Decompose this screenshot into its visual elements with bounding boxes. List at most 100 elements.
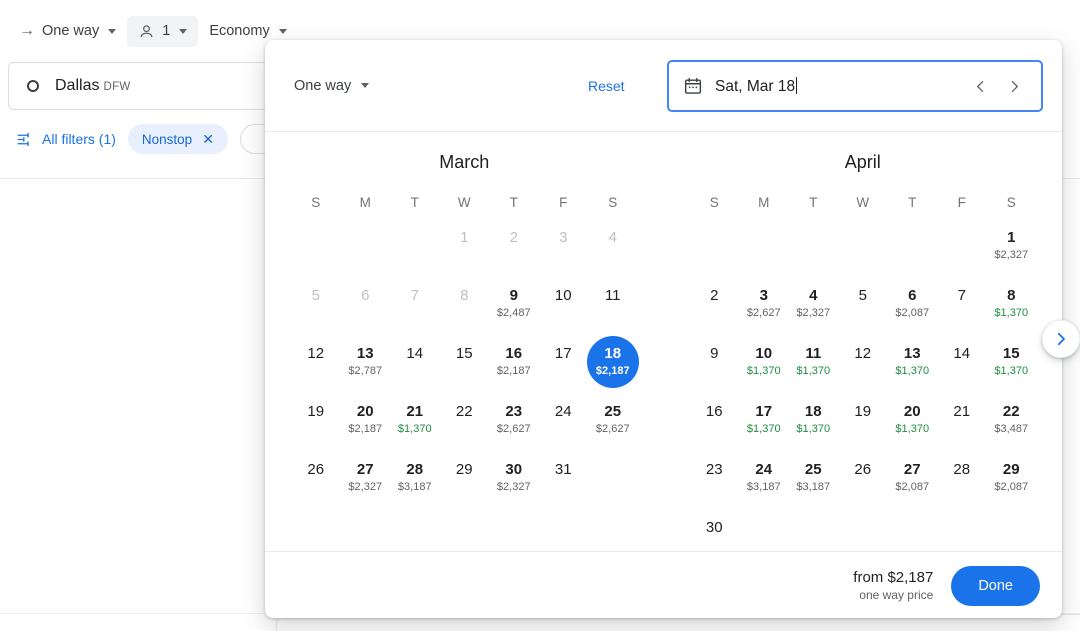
calendar-day[interactable]: 31: [539, 455, 589, 507]
selected-day-highlight: [587, 336, 639, 388]
calendar-day[interactable]: 23: [690, 455, 740, 507]
day-price: $1,370: [747, 423, 781, 436]
calendar-day[interactable]: 11$1,370: [789, 339, 839, 391]
trip-type-selector[interactable]: → One way: [8, 16, 127, 46]
calendar-day[interactable]: 29$2,087: [987, 455, 1037, 507]
day-price: $2,327: [348, 481, 382, 494]
calendar-day[interactable]: 1$2,327: [987, 223, 1037, 275]
calendar-day[interactable]: 25$3,187: [789, 455, 839, 507]
calendar-day[interactable]: 9$2,487: [489, 281, 539, 333]
day-number: 29: [456, 461, 473, 478]
calendar-day[interactable]: 9: [690, 339, 740, 391]
calendar-day[interactable]: 24: [539, 397, 589, 449]
passengers-selector[interactable]: 1: [127, 16, 198, 47]
day-number: 13: [357, 345, 374, 362]
calendar-day[interactable]: 28$3,187: [390, 455, 440, 507]
calendar-day: 6: [341, 281, 391, 333]
calendar-day: 1: [440, 223, 490, 275]
all-filters-button[interactable]: All filters (1): [16, 131, 116, 148]
dialog-trip-type-selector[interactable]: One way: [294, 78, 369, 94]
origin-city: Dallas: [55, 77, 99, 94]
day-number: 15: [456, 345, 473, 362]
calendar-day[interactable]: 26: [291, 455, 341, 507]
calendar-day[interactable]: 8 $1,370: [987, 281, 1037, 333]
calendar-day[interactable]: 13$2,787: [341, 339, 391, 391]
day-number: 9: [710, 345, 718, 362]
calendar-day[interactable]: 28: [937, 455, 987, 507]
calendar-day[interactable]: 30: [690, 513, 740, 565]
calendar-day[interactable]: 17: [539, 339, 589, 391]
reset-button[interactable]: Reset: [588, 78, 625, 94]
filter-chip-nonstop[interactable]: Nonstop ✕: [128, 124, 228, 154]
day-number: 24: [555, 403, 572, 420]
scroll-next-button[interactable]: [1042, 320, 1080, 358]
calendar-day[interactable]: 25$2,627: [588, 397, 638, 449]
calendar-day[interactable]: 21$1,370: [390, 397, 440, 449]
day-price: $1,370: [994, 307, 1028, 320]
calendar-day[interactable]: 7: [937, 281, 987, 333]
calendar-day: 5: [291, 281, 341, 333]
calendar-day[interactable]: 20$1,370: [888, 397, 938, 449]
day-number: 14: [406, 345, 423, 362]
calendar-day[interactable]: 6$2,087: [888, 281, 938, 333]
day-number: 27: [357, 461, 374, 478]
weekday-header: M: [341, 195, 391, 217]
calendar-day[interactable]: 20$2,187: [341, 397, 391, 449]
calendar-day[interactable]: 11: [588, 281, 638, 333]
calendar-day[interactable]: 16: [690, 397, 740, 449]
next-date-button[interactable]: [997, 69, 1031, 103]
calendar-day[interactable]: 18$1,370: [789, 397, 839, 449]
calendar-day[interactable]: 23$2,627: [489, 397, 539, 449]
day-number: 27: [904, 461, 921, 478]
day-price: $1,370: [994, 365, 1028, 378]
calendar-day[interactable]: 5: [838, 281, 888, 333]
day-number: 22: [1003, 403, 1020, 420]
calendar-day[interactable]: 4$2,327: [789, 281, 839, 333]
calendar-day[interactable]: 3$2,627: [739, 281, 789, 333]
calendar-day: 7: [390, 281, 440, 333]
calendar-day[interactable]: 27$2,087: [888, 455, 938, 507]
day-number: 19: [854, 403, 871, 420]
day-number: 4: [609, 229, 617, 246]
done-button[interactable]: Done: [951, 566, 1040, 606]
previous-date-button[interactable]: [963, 69, 997, 103]
day-number: 28: [953, 461, 970, 478]
calendar-day[interactable]: 10$1,370: [739, 339, 789, 391]
calendar-day[interactable]: 30$2,327: [489, 455, 539, 507]
calendar-day[interactable]: 19: [291, 397, 341, 449]
origin-field[interactable]: DallasDFW: [55, 77, 131, 95]
day-number: 22: [456, 403, 473, 420]
departure-date-value: Sat, Mar 18: [715, 78, 795, 95]
day-number: 21: [406, 403, 423, 420]
calendar-day[interactable]: 15: [440, 339, 490, 391]
calendar-day[interactable]: 12: [838, 339, 888, 391]
departure-date-input[interactable]: Sat, Mar 18: [667, 60, 1043, 112]
day-number: 30: [706, 519, 723, 536]
calendar-day[interactable]: 17$1,370: [739, 397, 789, 449]
calendar-day[interactable]: 13$1,370: [888, 339, 938, 391]
calendar-day: 4: [588, 223, 638, 275]
calendar-day[interactable]: 22$3,487: [987, 397, 1037, 449]
calendar-day[interactable]: 19: [838, 397, 888, 449]
day-number: 10: [555, 287, 572, 304]
calendar-day[interactable]: 14: [390, 339, 440, 391]
calendar-day[interactable]: 14: [937, 339, 987, 391]
calendar-day[interactable]: 2: [690, 281, 740, 333]
calendar-day[interactable]: 24$3,187: [739, 455, 789, 507]
calendar-day[interactable]: 16$2,187: [489, 339, 539, 391]
passengers-count: 1: [162, 23, 170, 39]
close-icon[interactable]: ✕: [202, 132, 214, 146]
calendar-day[interactable]: 27 $2,327: [341, 455, 391, 507]
calendar-day[interactable]: 29: [440, 455, 490, 507]
calendar-day[interactable]: 10: [539, 281, 589, 333]
calendar-day[interactable]: 26: [838, 455, 888, 507]
calendar-day-selected[interactable]: 18$2,187: [588, 339, 638, 391]
calendar-day[interactable]: 22: [440, 397, 490, 449]
day-number: 8: [1007, 287, 1015, 304]
calendar-day[interactable]: 12: [291, 339, 341, 391]
from-price-amount: from $2,187: [853, 568, 933, 587]
day-number: 1: [1007, 229, 1015, 246]
weekday-header: S: [987, 195, 1037, 217]
calendar-day[interactable]: 15$1,370: [987, 339, 1037, 391]
calendar-day[interactable]: 21: [937, 397, 987, 449]
